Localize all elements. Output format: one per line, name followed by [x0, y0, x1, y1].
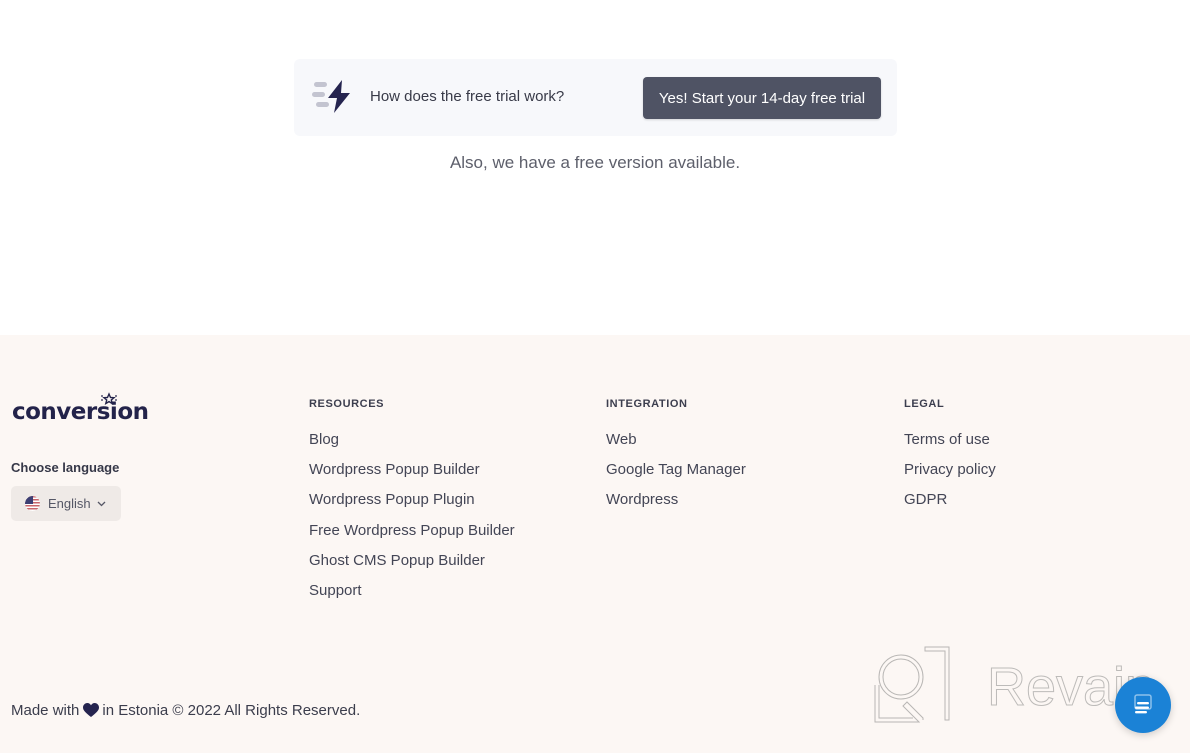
conversion-logo[interactable]: conversion — [12, 392, 149, 427]
copyright-suffix: in Estonia © 2022 All Rights Reserved. — [102, 702, 361, 719]
footer-link-free-wordpress-popup-builder[interactable]: Free Wordpress Popup Builder — [309, 522, 515, 552]
footer-link-web[interactable]: Web — [606, 431, 746, 461]
footer-link-terms-of-use[interactable]: Terms of use — [904, 431, 996, 461]
heart-icon — [83, 703, 100, 717]
chat-widget-button[interactable] — [1115, 677, 1171, 733]
footer-link-support[interactable]: Support — [309, 582, 515, 612]
language-value: English — [48, 496, 91, 511]
footer-column-legal: LEGAL Terms of use Privacy policy GDPR — [904, 398, 996, 522]
footer-link-privacy-policy[interactable]: Privacy policy — [904, 461, 996, 491]
column-title: RESOURCES — [309, 398, 385, 410]
trial-section: How does the free trial work? Yes! Start… — [0, 0, 1190, 335]
chat-icon — [1134, 694, 1152, 714]
free-version-note: Also, we have a free version available. — [449, 153, 741, 172]
language-select[interactable]: English — [11, 486, 121, 521]
footer-column-integration: INTEGRATION Web Google Tag Manager Wordp… — [606, 398, 746, 522]
chevron-down-icon — [97, 501, 106, 506]
star-icon — [101, 392, 117, 405]
trial-question-link[interactable]: How does the free trial work? — [370, 88, 564, 105]
copyright-prefix: Made with — [11, 702, 80, 719]
footer: conversion Choose language English RESOU… — [0, 335, 1190, 753]
column-title: LEGAL — [904, 398, 945, 410]
lightning-icon — [312, 80, 350, 113]
footer-link-wordpress-popup-builder[interactable]: Wordpress Popup Builder — [309, 461, 515, 491]
footer-link-wordpress[interactable]: Wordpress — [606, 491, 746, 521]
footer-link-ghost-cms-popup-builder[interactable]: Ghost CMS Popup Builder — [309, 552, 515, 582]
footer-column-resources: RESOURCES Blog Wordpress Popup Builder W… — [309, 398, 515, 612]
logo-text: conversion — [12, 399, 149, 425]
copyright-text: Made with in Estonia © 2022 All Rights R… — [11, 702, 360, 719]
language-label: Choose language — [11, 460, 120, 475]
column-title: INTEGRATION — [606, 398, 688, 410]
footer-link-wordpress-popup-plugin[interactable]: Wordpress Popup Plugin — [309, 491, 515, 521]
footer-link-google-tag-manager[interactable]: Google Tag Manager — [606, 461, 746, 491]
start-trial-button[interactable]: Yes! Start your 14-day free trial — [643, 77, 881, 119]
us-flag-icon — [25, 496, 40, 511]
footer-link-gdpr[interactable]: GDPR — [904, 491, 996, 521]
free-trial-banner: How does the free trial work? Yes! Start… — [294, 59, 897, 136]
footer-link-blog[interactable]: Blog — [309, 431, 515, 461]
